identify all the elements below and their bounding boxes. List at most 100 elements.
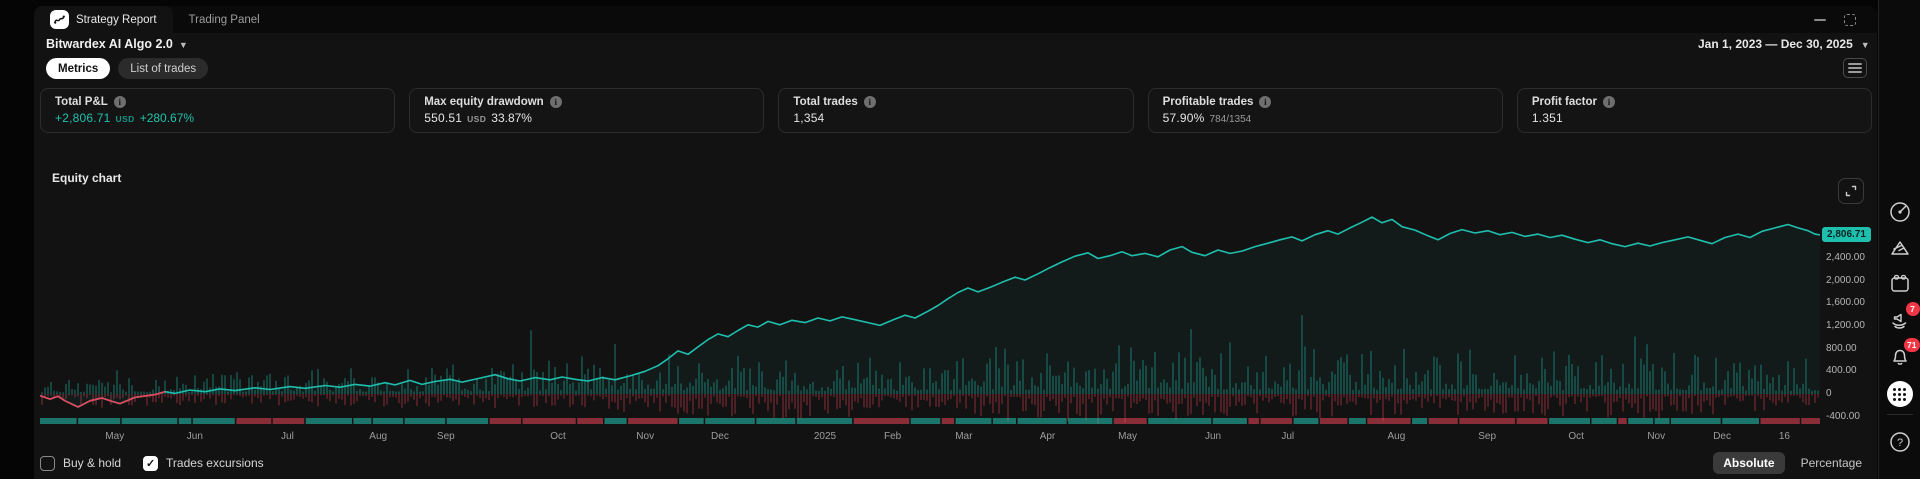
direction-strip-segment xyxy=(121,418,178,424)
tab-label: Strategy Report xyxy=(76,13,157,26)
x-axis-tick[interactable]: May xyxy=(1118,431,1137,442)
direction-strip-segment xyxy=(679,418,704,424)
prism-icon[interactable] xyxy=(1886,234,1914,262)
x-axis-tick[interactable]: Aug xyxy=(1387,431,1405,442)
y-axis-tick: 2,000.00 xyxy=(1826,274,1865,286)
x-axis-tick[interactable]: Jul xyxy=(1281,431,1294,442)
absolute-button[interactable]: Absolute xyxy=(1713,452,1785,474)
list-of-trades-tab[interactable]: List of trades xyxy=(118,58,209,79)
x-axis-tick[interactable]: Sep xyxy=(1478,431,1496,442)
metric-value: 1.351 xyxy=(1531,111,1563,125)
last-value-badge: 2,806.71 xyxy=(1822,226,1871,242)
tab-strategy-report[interactable]: Strategy Report xyxy=(34,6,173,33)
trades-excursions-checkbox[interactable]: ✓ Trades excursions xyxy=(143,455,264,471)
direction-strip-segment xyxy=(853,418,910,424)
direction-strip-segment xyxy=(1148,418,1212,424)
equity-chart-title: Equity chart xyxy=(52,171,122,185)
metric-card-max-equity-drawdown: Max equity drawdown i 550.51 USD 33.87% xyxy=(409,88,765,133)
equity-chart-canvas[interactable] xyxy=(40,190,1820,430)
strategy-report-window: Strategy Report Trading Panel Bitwardex … xyxy=(0,0,1920,479)
x-axis-tick[interactable]: Sep xyxy=(437,431,455,442)
direction-strip-segment xyxy=(1293,418,1319,424)
tab-label: Trading Panel xyxy=(188,13,260,26)
info-icon[interactable]: i xyxy=(1602,96,1615,108)
x-axis-tick[interactable]: 16 xyxy=(1779,431,1790,442)
x-axis-tick[interactable]: May xyxy=(105,431,124,442)
x-axis-tick[interactable]: Apr xyxy=(1040,431,1056,442)
info-icon[interactable]: i xyxy=(549,96,562,108)
date-range-picker[interactable]: Jan 1, 2023 — Dec 30, 2025 ▼ xyxy=(1690,36,1870,51)
chart-y-axis: 2,400.00 2,000.00 1,600.00 1,200.00 800.00 40… xyxy=(1822,190,1876,430)
direction-strip-segment xyxy=(372,418,404,424)
direction-strip-segment xyxy=(1618,418,1627,424)
direction-strip-segment xyxy=(1654,418,1670,424)
metric-card-total-p-l: Total P&L i +2,806.71 USD +280.67% xyxy=(40,88,396,133)
direction-strip-segment xyxy=(1516,418,1548,424)
layout-rows-icon[interactable] xyxy=(1843,58,1867,78)
maximize-icon[interactable] xyxy=(1844,13,1856,26)
tab-trading-panel[interactable]: Trading Panel xyxy=(173,6,276,33)
x-axis-tick[interactable]: Nov xyxy=(1647,431,1665,442)
y-axis-tick: 1,600.00 xyxy=(1826,297,1865,309)
direction-strip-segment xyxy=(1760,418,1800,424)
direction-strip-segment xyxy=(1628,418,1654,424)
bell-icon[interactable]: 71 xyxy=(1886,338,1920,370)
y-axis-tick: 0 xyxy=(1826,388,1832,399)
metric-label: Total P&L xyxy=(55,96,108,108)
metric-unit: USD xyxy=(115,114,135,124)
minimize-icon[interactable] xyxy=(1814,18,1826,21)
direction-strip-segment xyxy=(1248,418,1260,424)
y-axis-tick: 800.00 xyxy=(1826,342,1857,354)
direction-strip-segment xyxy=(1549,418,1590,424)
equity-area-fill xyxy=(40,217,1820,407)
x-axis-tick[interactable]: Oct xyxy=(550,431,566,442)
apps-grid-icon[interactable] xyxy=(1886,380,1914,408)
metric-unit: USD xyxy=(467,114,487,124)
info-icon[interactable]: i xyxy=(863,96,876,108)
direction-strip-segment xyxy=(577,418,603,424)
direction-strip-segment xyxy=(272,418,305,424)
x-axis-tick[interactable]: Jun xyxy=(187,431,203,442)
help-icon[interactable]: ? xyxy=(1886,428,1914,456)
strategy-selector[interactable]: Bitwardex AI Algo 2.0 ▼ xyxy=(46,37,188,51)
value-mode-toggle: Absolute Percentage xyxy=(1713,452,1872,474)
date-range-text: Jan 1, 2023 — Dec 30, 2025 xyxy=(1698,36,1853,51)
direction-strip-segment xyxy=(1113,418,1147,424)
x-axis-tick[interactable]: Feb xyxy=(884,431,901,442)
x-axis-tick[interactable]: Aug xyxy=(369,431,387,442)
gauge-icon[interactable] xyxy=(1886,198,1914,226)
info-icon[interactable]: i xyxy=(113,96,126,108)
x-axis-tick[interactable]: Mar xyxy=(955,431,972,442)
direction-strip-segment xyxy=(1412,418,1428,424)
info-icon[interactable]: i xyxy=(1259,96,1272,108)
notifications-badge: 71 xyxy=(1904,338,1920,352)
chart-footer: ✓ Buy & hold ✓ Trades excursions Absolut… xyxy=(40,451,1872,475)
direction-strip-segment xyxy=(1348,418,1366,424)
x-axis-tick[interactable]: Nov xyxy=(636,431,654,442)
metrics-tab[interactable]: Metrics xyxy=(46,58,111,79)
broadcast-icon[interactable]: 7 xyxy=(1886,302,1920,334)
direction-strip-segment xyxy=(1722,418,1759,424)
metric-label: Profitable trades xyxy=(1162,96,1254,108)
x-axis-tick[interactable]: Dec xyxy=(1713,431,1731,442)
equity-chart[interactable] xyxy=(40,190,1820,430)
x-axis-tick[interactable]: 2025 xyxy=(814,431,836,442)
broadcast-badge: 7 xyxy=(1905,302,1920,316)
direction-strip-segment xyxy=(628,418,678,424)
direction-strip-segment xyxy=(1591,418,1617,424)
chevron-down-icon: ▼ xyxy=(178,40,188,50)
direction-strip-segment xyxy=(910,418,941,424)
direction-strip-segment xyxy=(353,418,372,424)
x-axis-tick[interactable]: Jun xyxy=(1205,431,1221,442)
x-axis-tick[interactable]: Oct xyxy=(1568,431,1584,442)
strategy-name: Bitwardex AI Algo 2.0 xyxy=(46,37,173,51)
percentage-button[interactable]: Percentage xyxy=(1791,452,1872,474)
direction-strip-segment xyxy=(1671,418,1721,424)
x-axis-tick[interactable]: Dec xyxy=(711,431,729,442)
direction-strip-segment xyxy=(178,418,192,424)
svg-text:?: ? xyxy=(1896,437,1902,449)
calendar-icon[interactable] xyxy=(1886,270,1914,298)
buy-and-hold-checkbox[interactable]: ✓ Buy & hold xyxy=(40,455,121,471)
x-axis-tick[interactable]: Jul xyxy=(281,431,294,442)
checkbox-icon: ✓ xyxy=(143,455,159,471)
